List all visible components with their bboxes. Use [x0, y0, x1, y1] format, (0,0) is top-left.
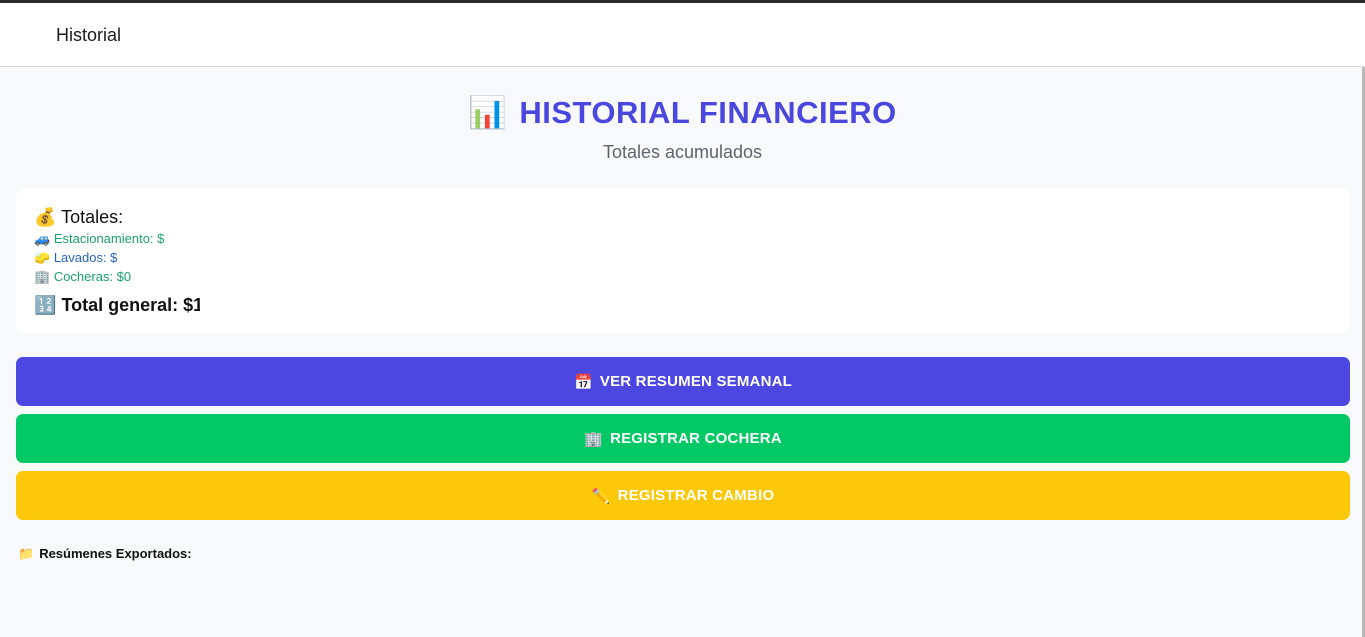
building-icon: 🏢 — [584, 429, 604, 448]
register-change-button[interactable]: ✏️ REGISTRAR CAMBIO — [16, 471, 1350, 520]
page-subtitle: Totales acumulados — [602, 142, 763, 162]
car-icon: 🚙 — [34, 232, 51, 247]
total-washes: 🧽 Lavados: $ — [34, 250, 121, 266]
weekly-summary-label: VER RESUMEN SEMANAL — [599, 373, 793, 390]
grand-total: 🔢 Total general: $1 — [34, 295, 200, 316]
total-garages: 🏢 Cocheras: $0 — [34, 269, 154, 285]
app-header: Historial — [0, 3, 1365, 67]
chart-icon: 📊 — [468, 95, 508, 131]
total-parking-label: Estacionamiento: $ — [53, 231, 165, 246]
grand-total-label: Total general: $1 — [61, 295, 200, 315]
folder-icon: 📁 — [18, 547, 35, 562]
sponge-icon: 🧽 — [34, 251, 51, 266]
exported-summaries-label: Resúmenes Exportados: — [39, 546, 192, 561]
pencil-icon: ✏️ — [591, 486, 611, 505]
weekly-summary-button[interactable]: 📅 VER RESUMEN SEMANAL — [16, 357, 1350, 406]
totals-heading-text: Totales: — [61, 207, 124, 227]
register-garage-button[interactable]: 🏢 REGISTRAR COCHERA — [16, 414, 1350, 463]
totals-card: 💰 Totales: 🚙 Estacionamiento: $ 🧽 Lavado… — [16, 188, 1350, 333]
page-title: 📊 HISTORIAL FINANCIERO — [468, 94, 897, 131]
header-title: Historial — [56, 25, 122, 45]
building-icon: 🏢 — [34, 270, 51, 285]
register-change-label: REGISTRAR CAMBIO — [617, 487, 775, 504]
page-title-text: HISTORIAL FINANCIERO — [519, 95, 897, 130]
money-bag-icon: 💰 — [34, 207, 57, 228]
total-garages-label: Cocheras: $0 — [53, 269, 132, 284]
totals-heading: 💰 Totales: — [34, 207, 123, 228]
register-garage-label: REGISTRAR COCHERA — [610, 430, 782, 447]
total-parking: 🚙 Estacionamiento: $ — [34, 231, 171, 247]
calendar-icon: 📅 — [573, 372, 593, 391]
total-washes-label: Lavados: $ — [53, 250, 118, 265]
numbers-icon: 🔢 — [34, 295, 57, 316]
exported-summaries-heading: 📁 Resúmenes Exportados: — [18, 546, 192, 562]
page-title-row: 📊 HISTORIAL FINANCIERO — [0, 94, 1365, 131]
